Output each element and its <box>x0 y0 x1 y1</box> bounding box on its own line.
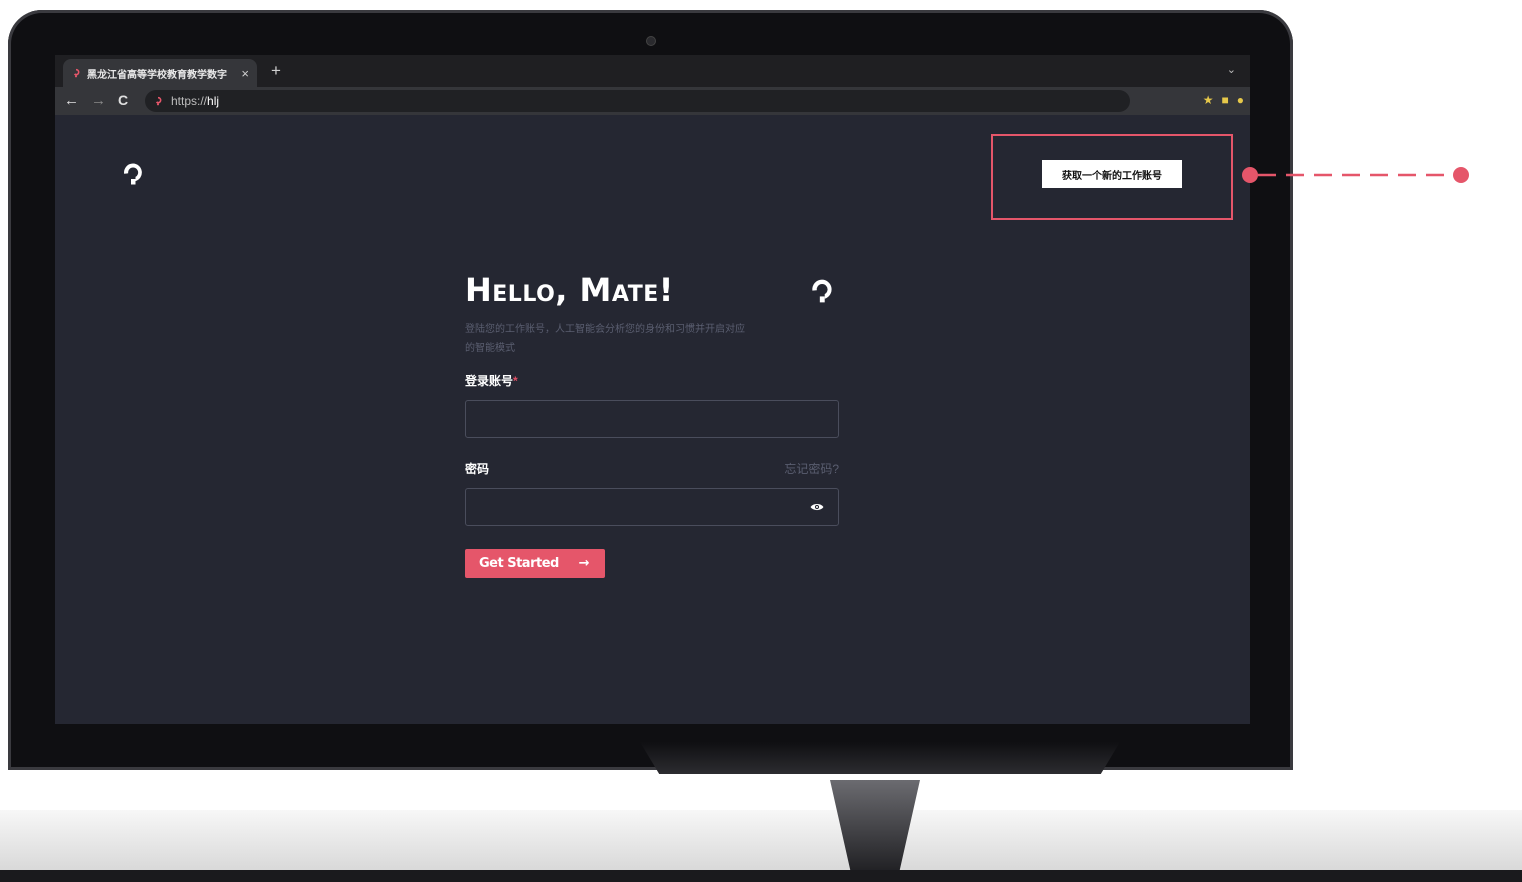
back-icon[interactable]: ← <box>64 92 79 109</box>
logo-icon <box>124 163 142 185</box>
annotation-pointer <box>1242 167 1469 183</box>
password-label: 密码 <box>465 462 490 476</box>
url-host: hlj <box>207 94 220 108</box>
base-edge <box>0 870 1522 882</box>
forgot-password-link[interactable]: 忘记密码? <box>784 460 839 477</box>
required-mark: * <box>513 374 518 388</box>
password-input[interactable] <box>465 488 839 526</box>
extension-icon[interactable]: ■ <box>1222 93 1229 107</box>
tab-title: 黑龙江省高等学校教育教学数字 <box>87 69 227 81</box>
password-label-row: 密码 忘记密码? <box>465 460 839 477</box>
new-tab-button[interactable]: + <box>271 61 281 81</box>
forward-icon[interactable]: → <box>91 92 106 109</box>
laptop-stand <box>640 742 1120 774</box>
reload-icon[interactable]: C <box>118 92 128 108</box>
page-subtitle: 登陆您的工作账号，人工智能会分析您的身份和习惯并开启对应的智能模式 <box>465 324 745 354</box>
tab-bar: 黑龙江省高等学校教育教学数字 × + ⌄ <box>55 55 1250 87</box>
eye-icon[interactable] <box>810 501 824 513</box>
arrow-right-icon: → <box>578 556 590 571</box>
camera <box>647 37 655 45</box>
close-icon[interactable]: × <box>241 66 249 81</box>
extension-icons: ★ ■ ● <box>1203 93 1244 107</box>
account-label-row: 登录账号* <box>465 372 839 389</box>
chevron-down-icon[interactable]: ⌄ <box>1227 63 1236 76</box>
profile-icon[interactable]: ● <box>1237 93 1244 107</box>
browser-tab[interactable]: 黑龙江省高等学校教育教学数字 × <box>63 59 257 87</box>
laptop-base <box>0 810 1522 872</box>
highlight-box <box>991 134 1233 220</box>
url-field[interactable]: https://hlj <box>145 90 1130 112</box>
logo-icon <box>812 279 832 303</box>
account-label: 登录账号 <box>465 374 514 388</box>
star-icon[interactable]: ★ <box>1203 93 1214 107</box>
logo-icon <box>73 68 80 78</box>
address-bar: ← → C https://hlj ★ ■ ● <box>55 87 1250 115</box>
logo-icon <box>155 96 162 106</box>
page-title: Hello, Mate! <box>465 271 674 309</box>
url-prefix: https:// <box>171 94 208 108</box>
login-form: Hello, Mate! 登陆您的工作账号，人工智能会分析您的身份和习惯并开启对… <box>465 270 839 578</box>
get-started-label: Get Started <box>479 556 559 571</box>
get-started-button[interactable]: Get Started → <box>465 549 605 578</box>
account-input[interactable] <box>465 400 839 438</box>
